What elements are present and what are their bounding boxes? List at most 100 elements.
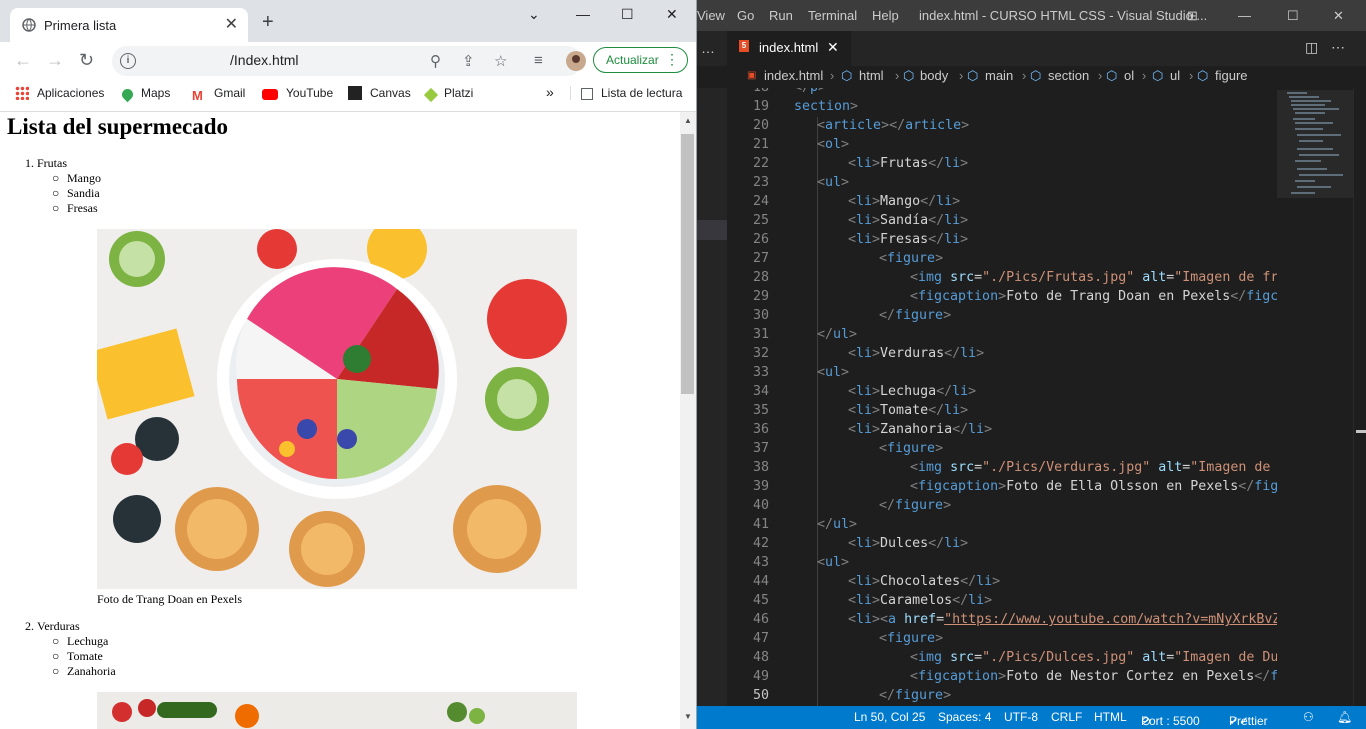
breadcrumb-item[interactable]: main [985,68,1013,83]
status-encoding[interactable]: UTF-8 [1004,710,1038,724]
code-line[interactable]: 40 </figure> [727,496,1277,515]
code-line[interactable]: 39 <figcaption>Foto de Ella Olsson en Pex… [727,477,1277,496]
code-line[interactable]: 23 <ul> [727,173,1277,192]
youtube-icon [262,89,278,100]
menu-view[interactable]: View [697,8,725,23]
platzi-icon [423,87,439,103]
status-indentation[interactable]: Spaces: 4 [938,710,991,724]
maximize-icon[interactable]: ☐ [1287,8,1299,24]
bookmark-gmail[interactable]: M Gmail [192,86,245,103]
kebab-menu-icon[interactable]: ⋮ [665,51,679,68]
code-line[interactable]: 36 <li>Zanahoria</li> [727,420,1277,439]
reading-list-button[interactable]: Lista de lectura [570,86,682,100]
bookmark-apps[interactable]: Aplicaciones [15,86,104,100]
back-icon[interactable]: ← [14,51,32,69]
code-line[interactable]: 47 <figure> [727,629,1277,648]
avatar[interactable] [566,51,586,71]
breadcrumb-item[interactable]: ul [1170,68,1180,83]
code-editor[interactable]: 18</p>19section>20<article></article>21<… [727,88,1277,706]
breadcrumb-item[interactable]: index.html [764,68,823,83]
media-control-icon[interactable]: ≡ [534,52,543,69]
code-line[interactable]: 41 </ul> [727,515,1277,534]
code-line[interactable]: 43 <ul> [727,553,1277,572]
minimap[interactable] [1277,88,1353,706]
address-bar[interactable]: i /Index.html ⚲ ⇪ ☆ [112,46,582,76]
close-window-icon[interactable]: ✕ [1333,8,1344,24]
bookmark-maps[interactable]: Maps [119,86,170,103]
minimize-icon[interactable]: — [1238,8,1251,23]
close-tab-icon[interactable]: ✕ [827,39,839,56]
code-line[interactable]: 20 <article></article> [727,116,1277,135]
code-line[interactable]: 46 <li><a href="https://www.youtube.com/w… [727,610,1277,629]
page-scrollbar[interactable]: ▲ ▼ [680,112,696,729]
bookmark-star-icon[interactable]: ☆ [494,52,507,70]
breadcrumb-item[interactable]: figure [1215,68,1248,83]
more-actions-icon[interactable]: … [701,40,715,56]
code-line[interactable]: 49 <figcaption>Foto de Nestor Cortez en P… [727,667,1277,686]
tab-index-html[interactable]: 5 index.html ✕ [727,31,851,66]
code-line[interactable]: 45 <li>Caramelos</li> [727,591,1277,610]
code-line[interactable]: 48 <img src="./Pics/Dulces.jpg" alt="Imag… [727,648,1277,667]
menu-run[interactable]: Run [769,8,793,23]
browser-tab[interactable]: Primera lista ✕ [10,8,248,42]
menu-help[interactable]: Help [872,8,899,23]
more-actions-icon[interactable]: ⋯ [1331,39,1345,56]
minimize-icon[interactable]: — [576,6,590,22]
code-line[interactable]: 27 <figure> [727,249,1277,268]
new-tab-icon[interactable]: + [262,12,274,32]
code-line[interactable]: 38 <img src="./Pics/Verduras.jpg" alt="Im… [727,458,1277,477]
breadcrumb-item[interactable]: ol [1124,68,1134,83]
scroll-thumb[interactable] [681,134,694,394]
menu-go[interactable]: Go [737,8,754,23]
split-editor-icon[interactable]: ◫ [1305,39,1318,56]
breadcrumb-item[interactable]: section [1048,68,1089,83]
code-line[interactable]: 44 <li>Chocolates</li> [727,572,1277,591]
scroll-up-icon[interactable]: ▲ [684,116,692,125]
code-line[interactable]: 37 <figure> [727,439,1277,458]
code-line[interactable]: 50 </figure> [727,686,1277,705]
chevron-down-icon[interactable]: ⌄ [528,6,540,23]
status-eol[interactable]: CRLF [1051,710,1082,724]
code-line[interactable]: 22 <li>Frutas</li> [727,154,1277,173]
zoom-icon[interactable]: ⚲ [430,52,441,70]
update-button[interactable]: Actualizar ⋮ [593,47,688,73]
feedback-icon[interactable]: ⚇ [1303,710,1314,724]
code-line[interactable]: 34 <li>Lechuga</li> [727,382,1277,401]
close-tab-icon[interactable]: ✕ [225,14,238,34]
code-token: li [856,422,873,437]
code-line[interactable]: 31 </ul> [727,325,1277,344]
code-line[interactable]: 24 <li>Mango</li> [727,192,1277,211]
code-line[interactable]: 32 <li>Verduras</li> [727,344,1277,363]
notifications-bell-icon[interactable]: 🔔︎ [1337,710,1352,724]
bookmark-youtube[interactable]: YouTube [262,86,333,100]
code-line[interactable]: 28 <img src="./Pics/Frutas.jpg" alt="Imag… [727,268,1277,287]
forward-icon[interactable]: → [46,51,64,69]
code-line[interactable]: 42 <li>Dulces</li> [727,534,1277,553]
code-token: "Imagen de frut [1174,270,1277,285]
bookmark-platzi[interactable]: Platzi [423,86,473,103]
code-line[interactable]: 19 section> [727,97,1277,116]
more-bookmarks-icon[interactable]: » [546,84,554,100]
share-icon[interactable]: ⇪ [462,52,475,70]
code-line[interactable]: 26 <li>Fresas</li> [727,230,1277,249]
layout-icon[interactable]: ⊞ [1187,8,1198,24]
code-line[interactable]: 33 <ul> [727,363,1277,382]
scroll-down-icon[interactable]: ▼ [684,712,692,721]
bookmark-canvas[interactable]: Canvas [348,86,411,100]
code-line[interactable]: 29 <figcaption>Foto de Trang Doan en Pexe… [727,287,1277,306]
status-language[interactable]: HTML [1094,710,1127,724]
code-line[interactable]: 35 <li>Tomate</li> [727,401,1277,420]
code-line[interactable]: 18 </p> [727,88,1277,97]
code-line[interactable]: 25 <li>Sandía</li> [727,211,1277,230]
info-icon[interactable]: i [120,53,136,69]
menu-terminal[interactable]: Terminal [808,8,857,23]
status-cursor-position[interactable]: Ln 50, Col 25 [854,710,925,724]
editor-scrollbar[interactable] [1353,88,1366,706]
code-line[interactable]: 21 <ol> [727,135,1277,154]
reload-icon[interactable]: ↻ [79,51,94,69]
code-line[interactable]: 30 </figure> [727,306,1277,325]
close-window-icon[interactable]: ✕ [666,6,678,23]
breadcrumb-item[interactable]: html [859,68,884,83]
maximize-icon[interactable]: ☐ [621,6,634,23]
breadcrumb-item[interactable]: body [920,68,948,83]
